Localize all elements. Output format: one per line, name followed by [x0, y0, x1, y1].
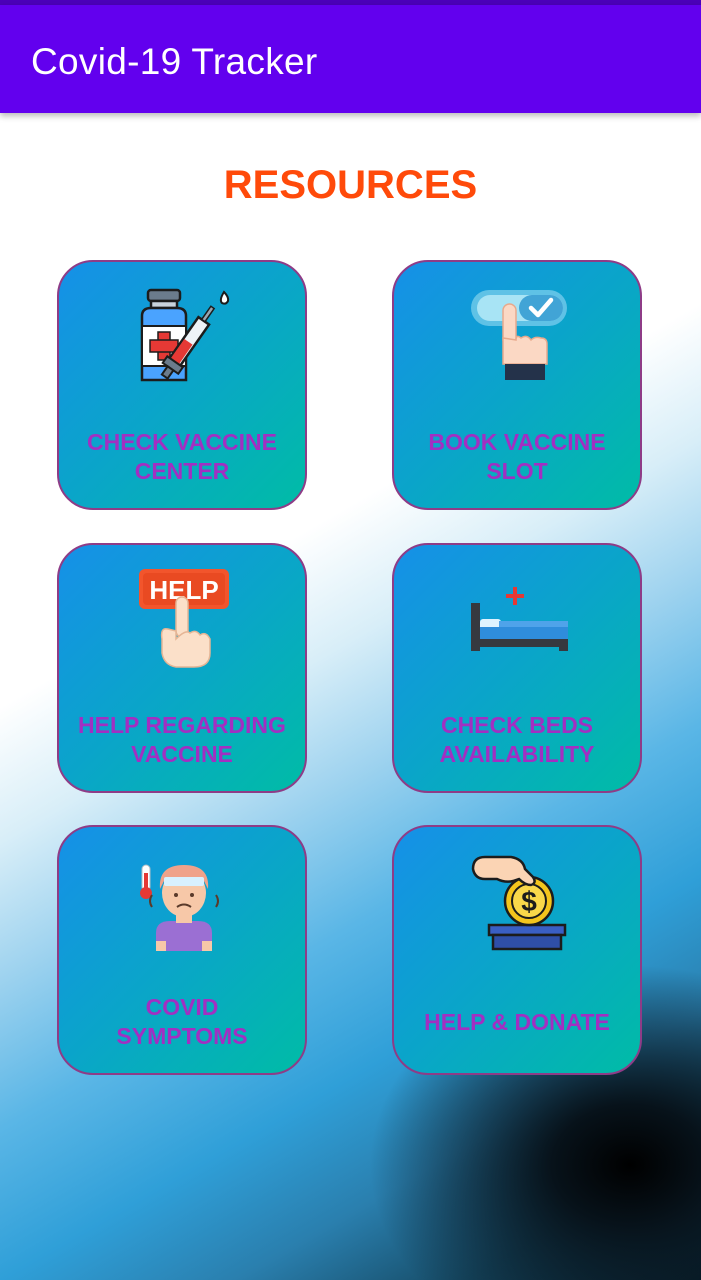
check-vaccine-center-card[interactable]: CHECK VACCINE CENTER	[57, 260, 307, 510]
svg-text:$: $	[521, 886, 537, 917]
covid-symptoms-card[interactable]: COVID SYMPTOMS	[57, 825, 307, 1075]
book-vaccine-slot-label: BOOK VACCINE SLOT	[428, 429, 606, 484]
app-bar: Covid-19 Tracker	[0, 5, 701, 113]
help-and-donate-card[interactable]: $ HELP & DONATE	[392, 825, 642, 1075]
help-and-donate-label: HELP & DONATE	[424, 1009, 610, 1035]
book-vaccine-slot-card[interactable]: BOOK VACCINE SLOT	[392, 260, 642, 510]
check-beds-availability-label: CHECK BEDS AVAILABILITY	[439, 712, 595, 767]
vaccine-bottle-syringe-icon	[140, 288, 230, 382]
sick-person-thermometer-icon	[140, 864, 219, 951]
resources-heading: RESOURCES	[223, 163, 478, 207]
help-sign-hand-icon: HELP	[139, 569, 229, 668]
app-title: Covid-19 Tracker	[31, 41, 318, 82]
help-regarding-vaccine-label: HELP REGARDING VACCINE	[78, 712, 286, 767]
help-regarding-vaccine-card[interactable]: HELP HELP REGARDING VACCINE	[57, 543, 307, 793]
hand-coin-donation-icon: $	[471, 855, 567, 951]
finger-tap-toggle-icon	[471, 290, 567, 380]
check-vaccine-center-label: CHECK VACCINE CENTER	[87, 429, 277, 484]
hospital-bed-icon	[471, 587, 568, 651]
covid-symptoms-label: COVID SYMPTOMS	[116, 994, 248, 1049]
check-beds-availability-card[interactable]: CHECK BEDS AVAILABILITY	[392, 543, 642, 793]
